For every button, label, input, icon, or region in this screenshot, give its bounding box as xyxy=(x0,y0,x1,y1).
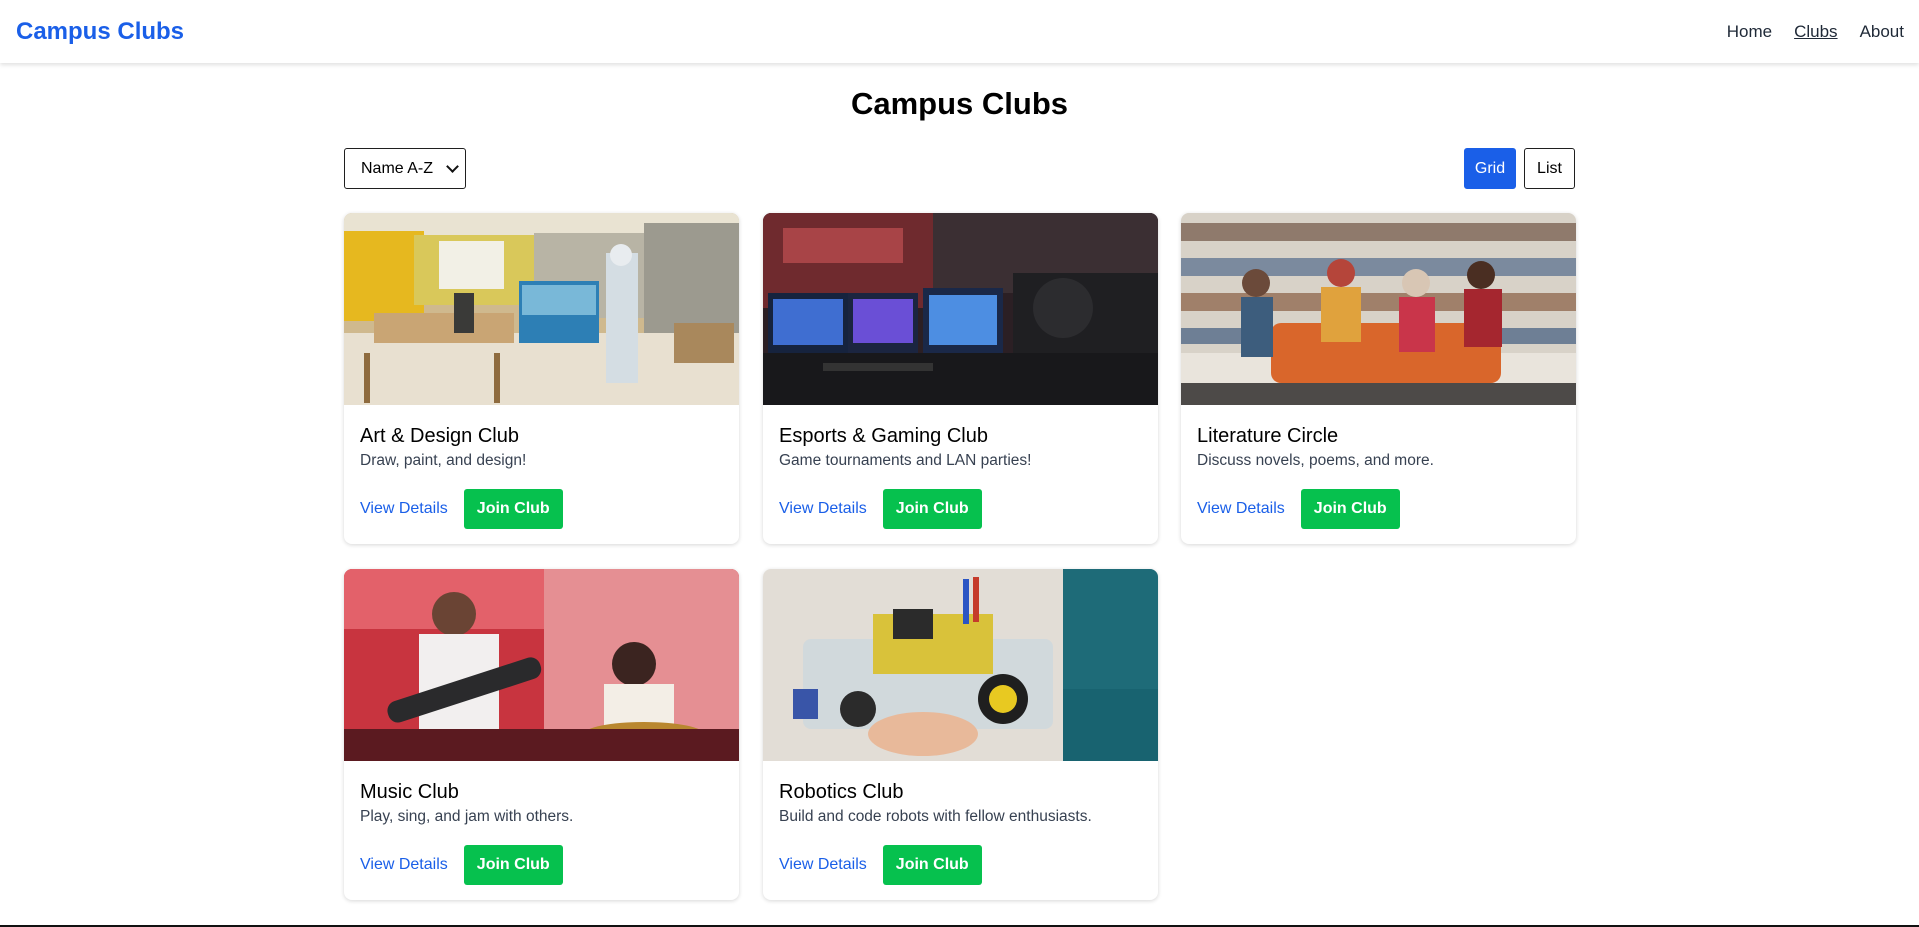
club-card-robotics: Robotics Club Build and code robots with… xyxy=(763,569,1158,900)
club-name: Music Club xyxy=(360,781,459,803)
card-body: Esports & Gaming Club Game tournaments a… xyxy=(763,405,1158,529)
club-card-literature-circle: Literature Circle Discuss novels, poems,… xyxy=(1181,213,1576,544)
join-club-button[interactable]: Join Club xyxy=(882,845,982,885)
join-club-button[interactable]: Join Club xyxy=(882,489,982,529)
view-details-link[interactable]: View Details xyxy=(779,856,867,874)
card-actions: View Details Join Club xyxy=(360,489,723,529)
club-image-robot-car xyxy=(763,569,1158,761)
card-body: Art & Design Club Draw, paint, and desig… xyxy=(344,405,739,529)
nav-link-clubs[interactable]: Clubs xyxy=(1794,22,1837,42)
view-details-link[interactable]: View Details xyxy=(1197,500,1285,518)
page-title: Campus Clubs xyxy=(850,86,1069,121)
card-actions: View Details Join Club xyxy=(779,489,1142,529)
view-details-link[interactable]: View Details xyxy=(360,856,448,874)
view-details-link[interactable]: View Details xyxy=(360,500,448,518)
club-card-music: Music Club Play, sing, and jam with othe… xyxy=(344,569,739,900)
card-actions: View Details Join Club xyxy=(1197,489,1560,529)
navbar: Campus Clubs Home Clubs About xyxy=(0,0,1919,63)
club-name: Esports & Gaming Club xyxy=(779,425,988,447)
club-card-art-design: Art & Design Club Draw, paint, and desig… xyxy=(344,213,739,544)
list-view-button[interactable]: List xyxy=(1524,148,1575,189)
join-club-button[interactable]: Join Club xyxy=(463,845,563,885)
club-card-esports-gaming: Esports & Gaming Club Game tournaments a… xyxy=(763,213,1158,544)
card-body: Robotics Club Build and code robots with… xyxy=(763,761,1158,885)
view-details-link[interactable]: View Details xyxy=(779,500,867,518)
club-name: Art & Design Club xyxy=(360,425,519,447)
nav-link-about[interactable]: About xyxy=(1860,22,1904,42)
club-image-esports-lab xyxy=(763,213,1158,405)
join-club-button[interactable]: Join Club xyxy=(1300,489,1400,529)
club-image-art-studio xyxy=(344,213,739,405)
card-actions: View Details Join Club xyxy=(360,845,723,885)
club-description: Game tournaments and LAN parties! xyxy=(779,452,1032,469)
brand-logo-link[interactable]: Campus Clubs xyxy=(16,18,184,46)
club-image-library-readers xyxy=(1181,213,1576,405)
chevron-down-icon xyxy=(446,159,459,173)
club-description: Draw, paint, and design! xyxy=(360,452,527,469)
club-image-music-band xyxy=(344,569,739,761)
nav-links: Home Clubs About xyxy=(1727,22,1904,42)
grid-view-button[interactable]: Grid xyxy=(1464,148,1516,189)
nav-link-home[interactable]: Home xyxy=(1727,22,1772,42)
card-body: Music Club Play, sing, and jam with othe… xyxy=(344,761,739,885)
join-club-button[interactable]: Join Club xyxy=(463,489,563,529)
card-actions: View Details Join Club xyxy=(779,845,1142,885)
club-description: Discuss novels, poems, and more. xyxy=(1197,452,1434,469)
card-body: Literature Circle Discuss novels, poems,… xyxy=(1181,405,1576,529)
sort-select-value: Name A-Z xyxy=(361,159,434,177)
club-name: Robotics Club xyxy=(779,781,904,803)
club-name: Literature Circle xyxy=(1197,425,1339,447)
club-description: Play, sing, and jam with others. xyxy=(360,808,574,825)
view-toggle: Grid List xyxy=(1464,148,1575,189)
club-description: Build and code robots with fellow enthus… xyxy=(779,808,1092,825)
sort-select[interactable]: Name A-Z xyxy=(344,148,466,189)
